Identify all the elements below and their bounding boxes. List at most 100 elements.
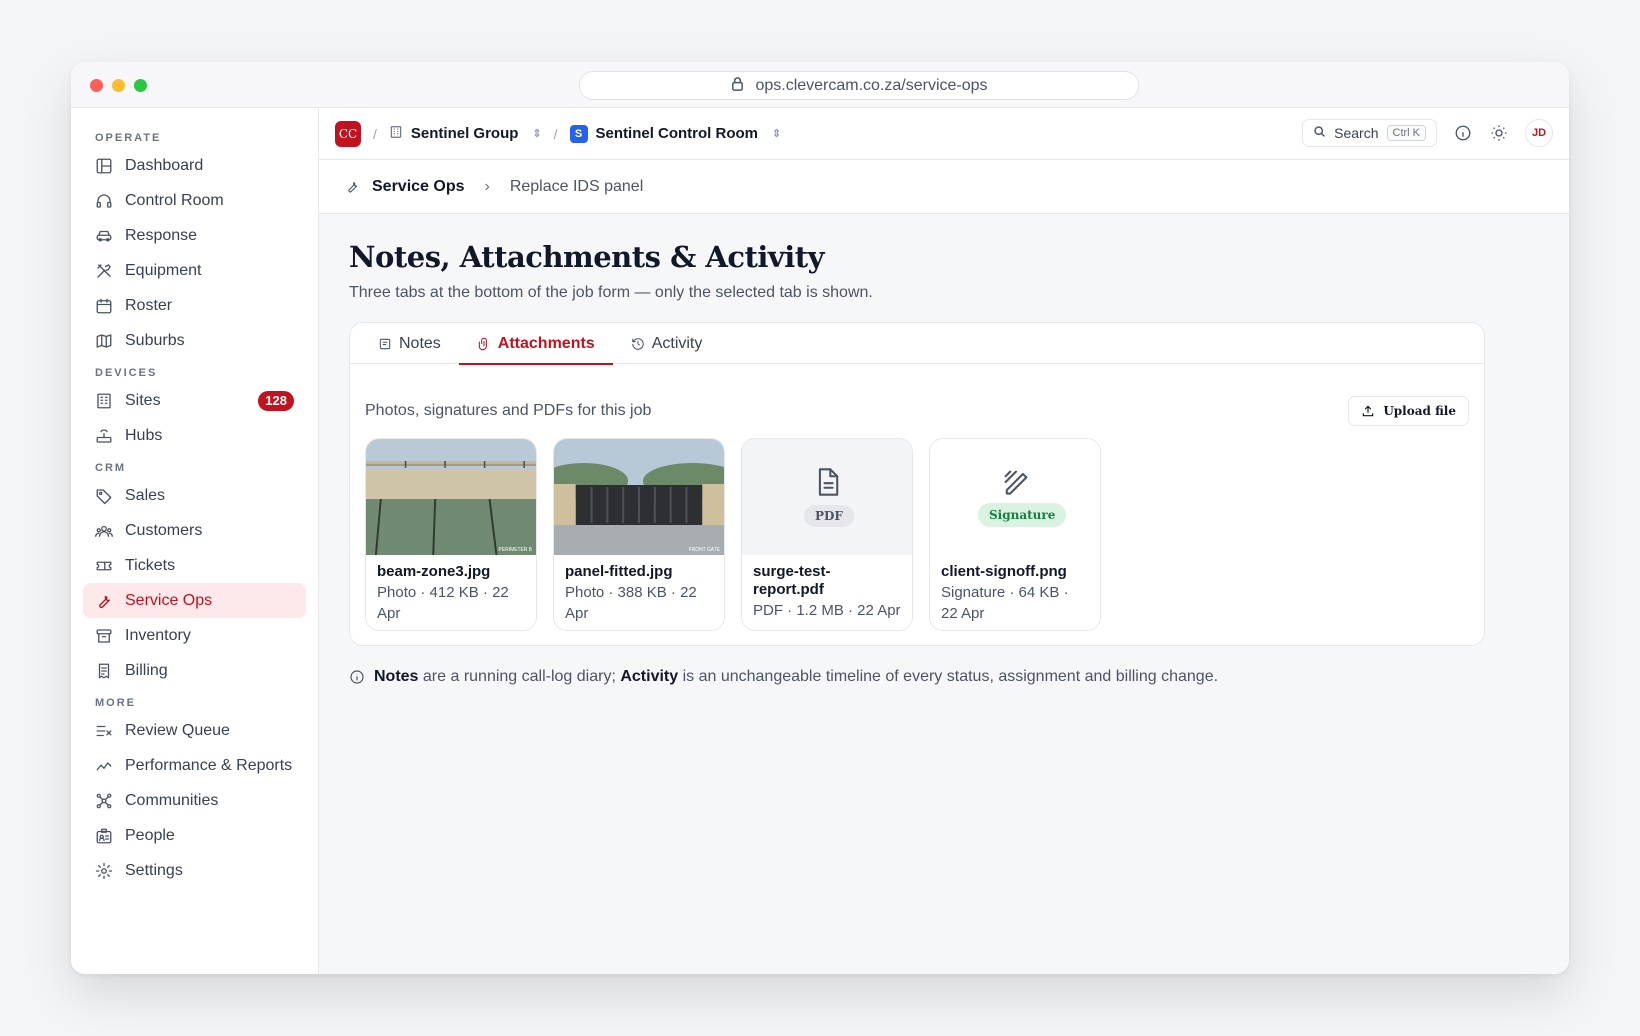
sidebar-item-service-ops[interactable]: Service Ops [83, 583, 306, 618]
sidebar: OPERATE Dashboard Control Room Response … [71, 108, 319, 974]
file-type-tag: PDF [804, 505, 854, 527]
tab-activity[interactable]: Activity [613, 323, 721, 364]
search-label: Search [1334, 125, 1379, 141]
attachment-name: beam-zone3.jpg [377, 563, 491, 580]
headset-icon [96, 193, 112, 208]
upload-icon [1363, 405, 1374, 417]
sidebar-item-tickets[interactable]: Tickets [83, 548, 306, 583]
sidebar-item-label: Billing [125, 661, 168, 679]
main-area: CC / Sentinel Group ⇕ / S Sentinel Contr… [319, 108, 1569, 974]
sidebar-item-label: Communities [125, 791, 219, 809]
attachment-name: panel-fitted.jpg [565, 563, 673, 580]
user-avatar[interactable]: JD [1525, 119, 1553, 147]
tab-notes[interactable]: Notes [360, 323, 459, 364]
attachment-info: surge-test-report.pdf PDF · 1.2 MB · 22 … [742, 555, 912, 629]
tools-icon [97, 263, 111, 278]
sidebar-item-communities[interactable]: Communities [83, 783, 306, 818]
section-label-crm: CRM [95, 462, 127, 474]
browser-titlebar: ops.clevercam.co.za/service-ops [71, 62, 1569, 108]
tabs-footnote: Notes are a running call-log diary; Acti… [349, 668, 1539, 686]
attachment-card[interactable]: FRONT GATE panel-fitted.jpg Photo · 388 … [553, 438, 725, 631]
sidebar-item-label: Settings [125, 861, 183, 879]
sidebar-item-control-room[interactable]: Control Room [83, 183, 306, 218]
chevron-right-icon: › [484, 177, 490, 195]
signature-thumbnail: Signature [930, 439, 1100, 555]
sidebar-item-inventory[interactable]: Inventory [83, 618, 306, 653]
sidebar-item-label: People [125, 826, 175, 844]
address-bar[interactable]: ops.clevercam.co.za/service-ops [579, 71, 1139, 100]
info-button[interactable] [1453, 123, 1473, 143]
url-text: ops.clevercam.co.za/service-ops [755, 76, 988, 94]
attachment-card[interactable]: PERIMETER B beam-zone3.jpg Photo · 412 K… [365, 438, 537, 631]
building-icon [389, 125, 403, 143]
close-window-button[interactable] [90, 79, 103, 92]
attachments-caption: Photos, signatures and PDFs for this job [365, 402, 652, 419]
sidebar-item-equipment[interactable]: Equipment [83, 253, 306, 288]
info-icon [1455, 125, 1471, 141]
sidebar-item-performance-reports[interactable]: Performance & Reports [83, 748, 306, 783]
lock-icon [730, 76, 745, 96]
breadcrumb-service-ops-link[interactable]: Service Ops [372, 178, 465, 196]
attachment-card[interactable]: Signature client-signoff.png Signature ·… [929, 438, 1101, 631]
tab-label: Activity [651, 334, 703, 352]
list-check-icon [96, 725, 112, 736]
breadcrumb-separator: / [373, 125, 377, 142]
attachment-meta: Photo · 388 KB · 22 Apr [565, 584, 697, 622]
archive-icon [96, 628, 112, 643]
network-icon [96, 793, 112, 808]
theme-toggle-button[interactable] [1489, 123, 1509, 143]
sidebar-item-response[interactable]: Response [83, 218, 306, 253]
sidebar-item-roster[interactable]: Roster [83, 288, 306, 323]
footnote-part1: are a running call-log diary; [418, 668, 621, 685]
sidebar-item-dashboard[interactable]: Dashboard [83, 148, 306, 183]
trend-icon [96, 761, 112, 770]
sidebar-item-label: Review Queue [125, 721, 230, 739]
sidebar-item-review-queue[interactable]: Review Queue [83, 713, 306, 748]
upload-file-button[interactable]: Upload file [1348, 396, 1469, 426]
sidebar-item-label: Inventory [125, 626, 191, 644]
sidebar-item-label: Performance & Reports [125, 756, 293, 774]
room-name: Sentinel Control Room [595, 125, 759, 142]
page-title: Notes, Attachments & Activity [349, 240, 825, 274]
control-room-switcher[interactable]: S Sentinel Control Room ⇕ [569, 124, 781, 143]
footnote-text: Notes are a running call-log diary; Acti… [374, 668, 1218, 686]
id-card-icon [96, 828, 112, 843]
wrench-icon [348, 181, 358, 193]
gear-icon [95, 862, 113, 879]
sidebar-item-sites[interactable]: Sites 128 [83, 383, 306, 418]
upload-label: Upload file [1383, 404, 1456, 418]
users-icon [95, 525, 113, 537]
maximize-window-button[interactable] [134, 79, 147, 92]
sidebar-item-suburbs[interactable]: Suburbs [83, 323, 306, 358]
section-label-devices: DEVICES [95, 367, 158, 379]
sidebar-item-label: Hubs [125, 426, 163, 444]
org-switcher[interactable]: Sentinel Group ⇕ [389, 125, 542, 143]
attachment-meta: PDF · 1.2 MB · 22 Apr [753, 602, 901, 619]
attachment-info: panel-fitted.jpg Photo · 388 KB · 22 Apr [554, 555, 724, 630]
sun-icon [1491, 125, 1507, 141]
file-type-tag: Signature [978, 503, 1067, 527]
sidebar-item-billing[interactable]: Billing [83, 653, 306, 688]
tab-attachments[interactable]: Attachments [458, 323, 613, 365]
section-label-operate: OPERATE [95, 132, 162, 144]
sidebar-item-label: Sales [125, 486, 166, 504]
search-button[interactable]: Search Ctrl K [1302, 119, 1437, 147]
company-logo[interactable]: CC [335, 120, 361, 147]
minimize-window-button[interactable] [112, 79, 125, 92]
sidebar-item-label: Response [125, 226, 198, 244]
attachment-card[interactable]: PDF surge-test-report.pdf PDF · 1.2 MB ·… [741, 438, 913, 631]
sidebar-item-settings[interactable]: Settings [83, 853, 306, 888]
sidebar-item-label: Dashboard [125, 156, 204, 174]
sites-count-badge: 128 [258, 391, 294, 411]
map-icon [96, 333, 112, 348]
attachment-meta: Signature · 64 KB · 22 Apr [941, 584, 1069, 622]
sidebar-item-hubs[interactable]: Hubs [83, 418, 306, 453]
sidebar-item-customers[interactable]: Customers [83, 513, 306, 548]
sidebar-item-people[interactable]: People [83, 818, 306, 853]
ticket-icon [96, 561, 112, 570]
sidebar-item-sales[interactable]: Sales [83, 478, 306, 513]
sidebar-item-label: Service Ops [125, 591, 213, 609]
footnote-activity-word: Activity [620, 668, 679, 685]
tabs-card: Notes Attachments Activity Photos, signa… [349, 322, 1485, 646]
page-content: Notes, Attachments & Activity Three tabs… [319, 214, 1569, 712]
